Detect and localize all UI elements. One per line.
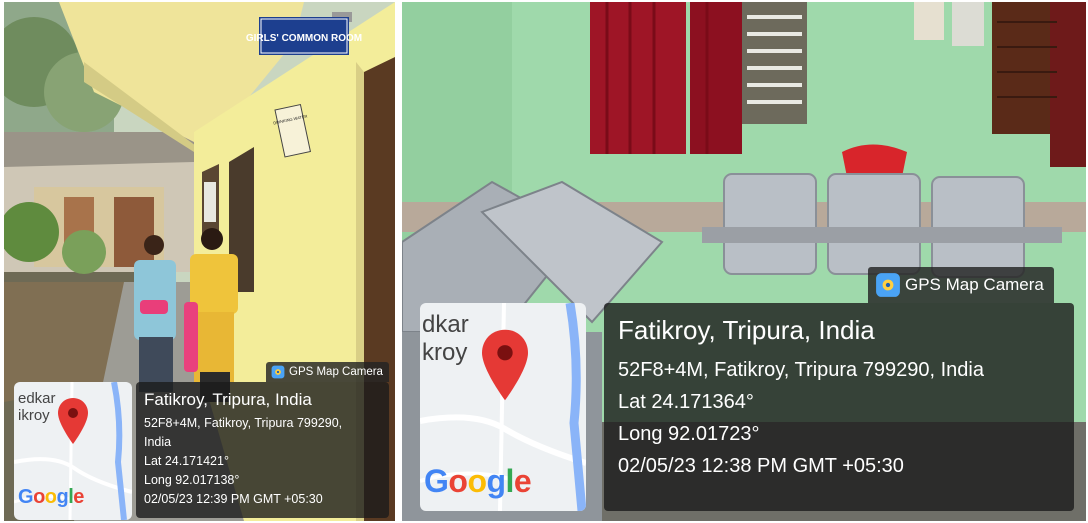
- mini-map: dkar kroy Google: [420, 303, 586, 511]
- google-logo: Google: [424, 463, 532, 499]
- gps-info-panel: Fatikroy, Tripura, India 52F8+4M, Fatikr…: [136, 382, 389, 518]
- location-title: Fatikroy, Tripura, India: [144, 390, 312, 409]
- mini-map: edkar ikroy Google: [14, 382, 132, 520]
- mini-map-place-label: edkar ikroy: [18, 390, 56, 425]
- corridor-photo: GIRLS' COMMON ROOM DRINKING WATER GPS Ma…: [4, 2, 395, 521]
- gps-map-camera-badge: GPS Map Camera: [868, 267, 1054, 303]
- gps-map-camera-badge: GPS Map Camera: [266, 362, 389, 382]
- gps-brand-label: GPS Map Camera: [289, 366, 383, 378]
- gps-camera-icon: [876, 273, 900, 297]
- mini-map-place-label: dkar kroy: [422, 311, 469, 366]
- longitude: Long 92.017138°: [144, 473, 240, 487]
- sign-common-room-text: GIRLS' COMMON ROOM: [246, 33, 362, 44]
- google-logo: Google: [18, 486, 84, 508]
- location-pin-icon: [482, 329, 528, 401]
- gps-camera-icon: [271, 365, 285, 379]
- location-title: Fatikroy, Tripura, India: [618, 315, 875, 345]
- location-pin-icon: [58, 398, 88, 444]
- latitude: Lat 24.171421°: [144, 454, 229, 468]
- address-line: 52F8+4M, Fatikroy, Tripura 799290, India: [618, 359, 984, 381]
- address-line-1: 52F8+4M, Fatikroy, Tripura 799290,: [144, 416, 343, 430]
- latitude: Lat 24.171364°: [618, 391, 754, 413]
- gps-brand-label: GPS Map Camera: [905, 275, 1044, 294]
- address-line-2: India: [144, 435, 172, 449]
- timestamp: 02/05/23 12:39 PM GMT +05:30: [144, 492, 323, 506]
- longitude: Long 92.01723°: [618, 423, 760, 445]
- gps-info-panel: Fatikroy, Tripura, India 52F8+4M, Fatikr…: [604, 303, 1074, 511]
- waiting-room-photo: GPS Map Camera dkar kroy Google Fatikroy…: [402, 2, 1086, 521]
- timestamp: 02/05/23 12:38 PM GMT +05:30: [618, 455, 904, 477]
